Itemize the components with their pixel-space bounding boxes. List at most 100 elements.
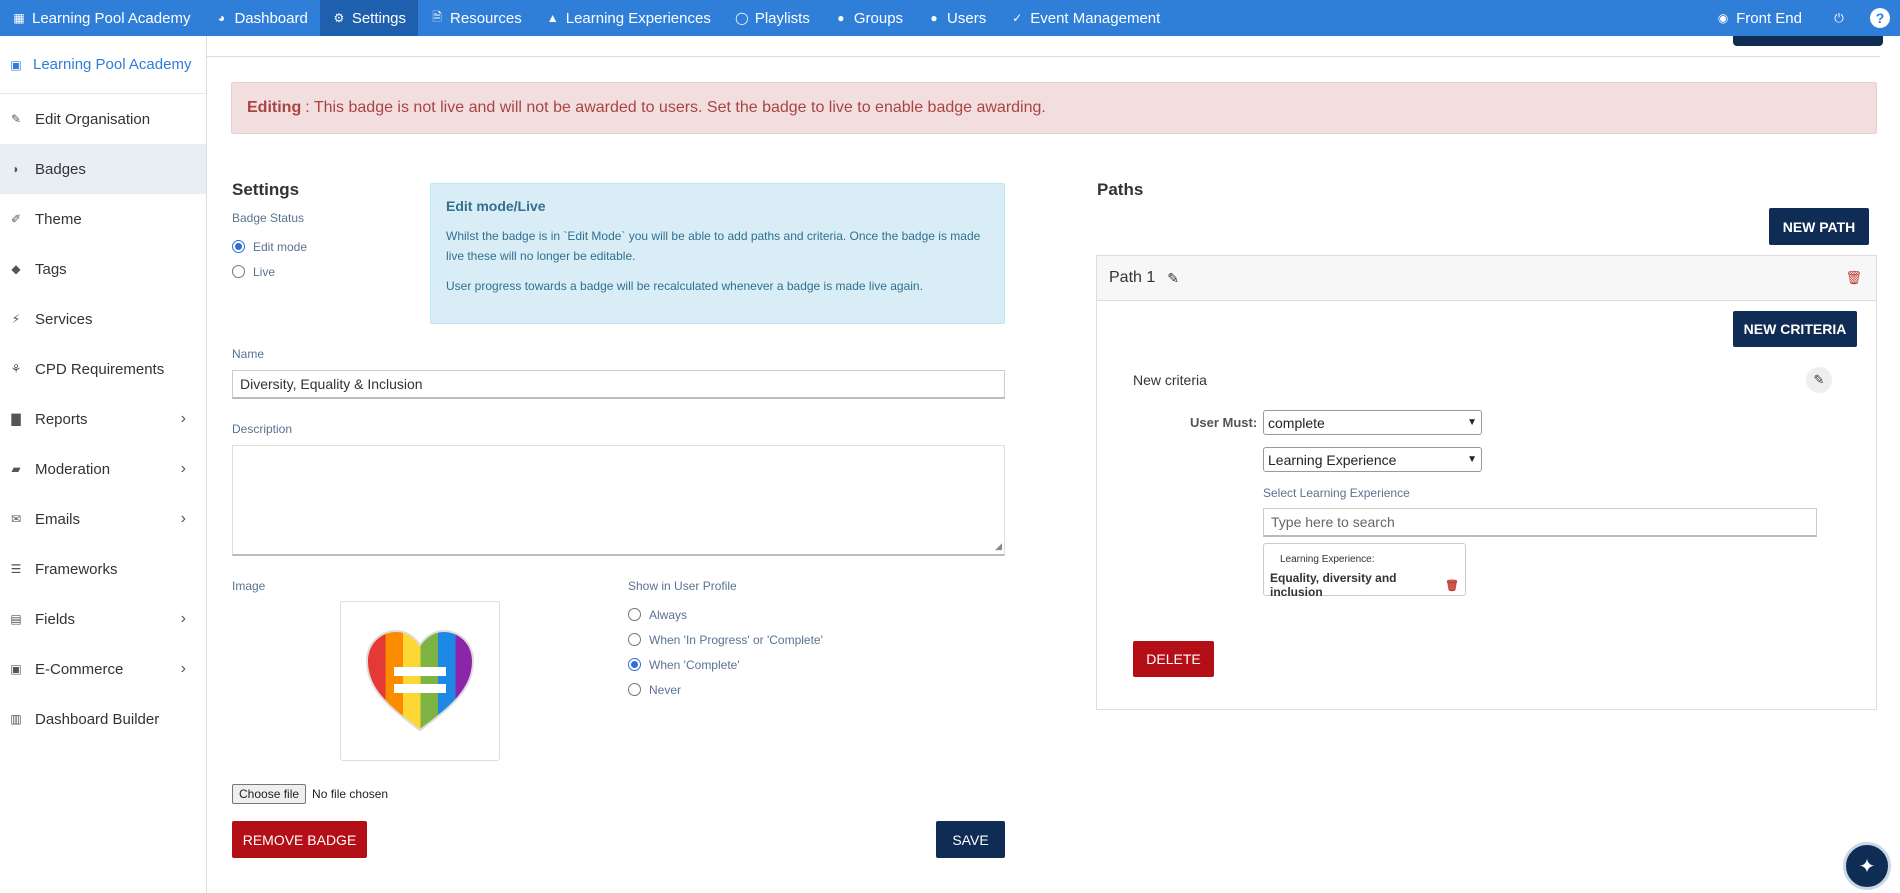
type-select[interactable]: Learning Experience ▼ <box>1263 447 1482 472</box>
top-navbar: ▦ Learning Pool Academy ◕ Dashboard ⚙ Se… <box>0 0 1900 36</box>
show-profile-group: Always When 'In Progress' or 'Complete' … <box>628 602 823 702</box>
nav-settings[interactable]: ⚙ Settings <box>319 0 419 36</box>
chevron-right-icon: › <box>180 660 186 677</box>
sidebar-item-badges[interactable]: ◗ Badges <box>0 144 206 194</box>
sidebar-item-fields[interactable]: ▤ Fields › <box>0 594 206 644</box>
choose-file-button[interactable]: Choose file <box>232 784 307 804</box>
nav-front-end[interactable]: ◉ Front End <box>1704 0 1814 36</box>
no-file-text: No file chosen <box>312 787 389 801</box>
nav-groups[interactable]: ● Groups <box>822 0 915 36</box>
show-option-never[interactable]: Never <box>628 677 823 702</box>
show-option-in-progress[interactable]: When 'In Progress' or 'Complete' <box>628 627 823 652</box>
description-textarea[interactable]: ◢ <box>232 445 1005 556</box>
sidebar: ▣ Learning Pool Academy ✎ Edit Organisati… <box>0 36 207 893</box>
image-label: Image <box>232 579 266 593</box>
path-name: Path 1 <box>1109 269 1156 286</box>
name-input[interactable]: Diversity, Equality & Inclusion <box>232 370 1005 399</box>
sidebar-item-edit-organisation[interactable]: ✎ Edit Organisation <box>0 94 206 144</box>
sidebar-item-emails[interactable]: ✉ Emails › <box>0 494 206 544</box>
pencil-icon: ✎ <box>1813 372 1825 387</box>
delete-criteria-button[interactable]: DELETE <box>1133 641 1214 677</box>
nav-label: Learning Experiences <box>565 9 711 27</box>
sidebar-header-label: Learning Pool Academy <box>33 56 192 73</box>
help-button[interactable]: ? <box>1864 0 1900 36</box>
nav-brand[interactable]: ▦ Learning Pool Academy <box>0 0 202 36</box>
tags-icon: ◆ <box>11 262 21 276</box>
nav-users[interactable]: ● Users <box>915 0 998 36</box>
nav-label: Groups <box>853 9 904 27</box>
nav-dashboard[interactable]: ◕ Dashboard <box>202 0 319 36</box>
sidebar-item-moderation[interactable]: ▰ Moderation › <box>0 444 206 494</box>
sidebar-item-reports[interactable]: ▇ Reports › <box>0 394 206 444</box>
action-select[interactable]: complete ▼ <box>1263 410 1482 435</box>
lightbulb-icon: ◯ <box>735 11 749 25</box>
nav-label: Playlists <box>754 9 810 27</box>
new-path-button[interactable]: NEW PATH <box>1769 208 1869 245</box>
edit-mode-info-box: Edit mode/Live Whilst the badge is in `E… <box>430 183 1005 324</box>
save-button[interactable]: SAVE <box>936 821 1005 858</box>
new-criteria-button[interactable]: NEW CRITERIA <box>1733 311 1857 347</box>
sidebar-item-cpd-requirements[interactable]: ⚘ CPD Requirements <box>0 344 206 394</box>
magic-wand-button[interactable]: ✦ <box>1843 842 1891 890</box>
criteria-title: New criteria <box>1133 372 1207 388</box>
sidebar-item-frameworks[interactable]: ☰ Frameworks <box>0 544 206 594</box>
radio-button[interactable] <box>628 683 641 696</box>
remove-badge-button[interactable]: REMOVE BADGE <box>232 821 367 858</box>
sidebar-item-e-commerce[interactable]: ▣ E-Commerce › <box>0 644 206 694</box>
eraser-icon: ▰ <box>11 462 21 476</box>
alert-text: : This badge is not live and will not be… <box>305 99 1046 116</box>
graduation-cap-icon: ▲ <box>546 11 559 25</box>
nav-learning-experiences[interactable]: ▲ Learning Experiences <box>534 0 723 36</box>
experience-search-input[interactable]: Type here to search <box>1263 508 1817 537</box>
bar-chart-icon: ▇ <box>11 412 21 426</box>
sidebar-item-tags[interactable]: ◆ Tags <box>0 244 206 294</box>
org-chart-icon: ▦ <box>13 11 25 25</box>
sidebar-item-label: E-Commerce <box>35 660 124 678</box>
file-icon: 🗎 <box>432 9 442 24</box>
trash-icon[interactable]: 🗑 <box>1845 270 1862 286</box>
sidebar-item-dashboard-builder[interactable]: ▥ Dashboard Builder <box>0 694 206 744</box>
radio-button[interactable] <box>628 633 641 646</box>
radio-label: When 'In Progress' or 'Complete' <box>649 632 823 647</box>
pencil-icon[interactable]: ✎ <box>1167 270 1179 287</box>
paths-title: Paths <box>1097 180 1144 199</box>
sidebar-item-theme[interactable]: ✐ Theme <box>0 194 206 244</box>
user-icon: ● <box>930 11 938 25</box>
nav-event-management[interactable]: ✓ Event Management <box>998 0 1172 36</box>
nav-playlists[interactable]: ◯ Playlists <box>723 0 822 36</box>
radio-button[interactable] <box>232 265 245 278</box>
event-icon: ✓ <box>1012 11 1023 25</box>
nav-resources[interactable]: 🗎 Resources <box>418 0 534 36</box>
gear-icon: ⚙ <box>333 11 345 25</box>
trash-icon[interactable]: 🗑 <box>1445 579 1459 592</box>
radio-button[interactable] <box>628 658 641 671</box>
building-icon: ▣ <box>10 57 22 72</box>
file-input[interactable]: Choose file No file chosen <box>232 784 388 804</box>
edit-criteria-button[interactable]: ✎ <box>1806 367 1832 393</box>
chevron-down-icon: ▼ <box>1467 417 1477 428</box>
sidebar-item-services[interactable]: ⚡ Services <box>0 294 206 344</box>
select-value: complete <box>1268 414 1325 431</box>
show-option-complete[interactable]: When 'Complete' <box>628 652 823 677</box>
dashboard-icon: ◕ <box>217 11 226 25</box>
user-must-label: User Must: <box>1190 415 1258 430</box>
status-option-live[interactable]: Live <box>232 259 307 284</box>
editing-alert: Editing : This badge is not live and wil… <box>231 82 1877 134</box>
status-option-edit[interactable]: Edit mode <box>232 234 307 259</box>
resize-handle-icon[interactable]: ◢ <box>995 541 1002 552</box>
radio-button[interactable] <box>232 240 245 253</box>
badge-status-label: Badge Status <box>232 211 305 225</box>
top-action-button[interactable] <box>1733 36 1883 46</box>
radio-button[interactable] <box>628 608 641 621</box>
nav-label: Front End <box>1736 9 1802 27</box>
show-profile-label: Show in User Profile <box>628 579 737 593</box>
shield-icon: ◗ <box>12 162 20 176</box>
chevron-right-icon: › <box>180 460 186 477</box>
show-option-always[interactable]: Always <box>628 602 823 627</box>
sidebar-header[interactable]: ▣ Learning Pool Academy <box>0 36 206 94</box>
sidebar-item-label: Badges <box>35 160 86 178</box>
select-experience-label: Select Learning Experience <box>1263 486 1410 500</box>
globe-icon: ◉ <box>1717 11 1729 25</box>
nav-label: Event Management <box>1030 9 1161 27</box>
power-button[interactable]: ⏻ <box>1814 0 1864 36</box>
